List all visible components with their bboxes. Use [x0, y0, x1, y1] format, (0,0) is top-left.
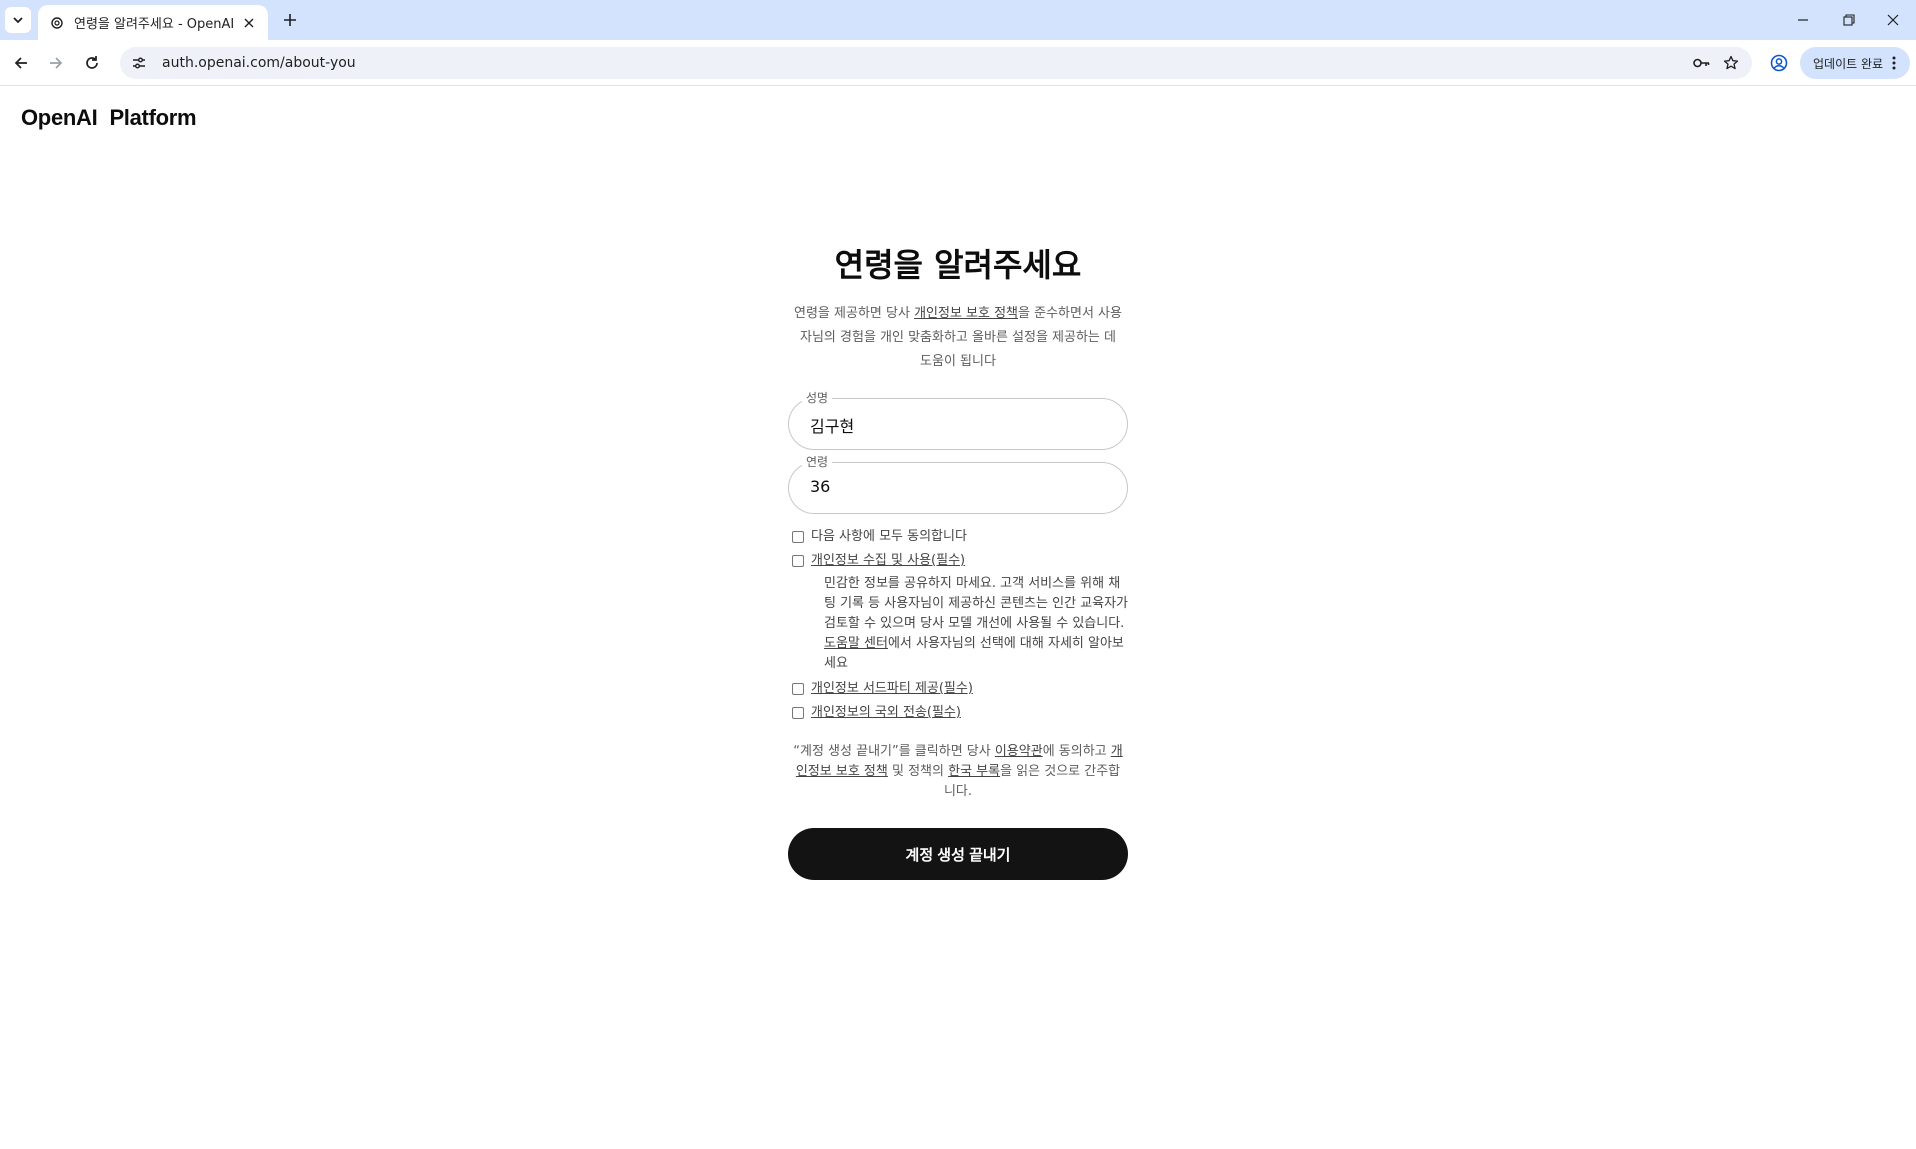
age-label: 연령 [802, 454, 833, 470]
privacy-policy-link[interactable]: 개인정보 보호 정책 [914, 306, 1018, 321]
tab-title: 연령을 알려주세요 - OpenAI [74, 17, 235, 32]
forward-button[interactable] [42, 49, 70, 77]
consent-third-party-link[interactable]: 개인정보 서드파티 제공(필수) [811, 680, 973, 698]
new-tab-button[interactable] [278, 8, 302, 32]
consent-collect-row: 개인정보 수집 및 사용(필수) [788, 552, 1128, 570]
brand-platform: Platform [109, 105, 197, 130]
consent-all-checkbox[interactable] [792, 531, 804, 543]
tune-icon[interactable] [124, 48, 154, 78]
page-description: 연령을 제공하면 당사 개인정보 보호 정책을 준수하면서 사용자님의 경험을 … [794, 306, 1122, 369]
consent-transfer-row: 개인정보의 국외 전송(필수) [788, 704, 1128, 722]
brand-openai: OpenAI [21, 105, 98, 130]
profile-button[interactable] [1765, 49, 1793, 77]
brand-logo[interactable]: OpenAI Platform [21, 105, 197, 131]
terms-notice: “계정 생성 끝내기”를 클릭하면 당사 이용약관에 동의하고 개인정보 보호 … [793, 744, 1123, 799]
openai-logo-icon [50, 16, 64, 30]
close-icon[interactable] [240, 14, 258, 32]
age-value: 36 [810, 477, 831, 496]
consent-all-row: 다음 사항에 모두 동의합니다 [788, 528, 1128, 546]
tab-strip: 연령을 알려주세요 - OpenAI [0, 0, 1916, 40]
age-field[interactable]: 연령 36 [788, 454, 1128, 514]
consent-transfer-checkbox[interactable] [792, 707, 804, 719]
close-icon [1887, 14, 1899, 26]
arrow-left-icon [14, 57, 27, 69]
about-you-form: 연령을 알려주세요 연령을 제공하면 당사 개인정보 보호 정책을 준수하면서 … [788, 240, 1128, 880]
help-center-link[interactable]: 도움말 센터 [824, 636, 888, 651]
chevron-down-icon [13, 17, 23, 24]
consent-collect-link[interactable]: 개인정보 수집 및 사용(필수) [811, 552, 965, 570]
minimize-button[interactable] [1780, 0, 1826, 40]
url-text: auth.openai.com/about-you [162, 55, 356, 71]
minimize-icon [1798, 19, 1808, 21]
consent-all-label[interactable]: 다음 사항에 모두 동의합니다 [811, 528, 967, 546]
more-vert-icon [1892, 56, 1896, 70]
update-button[interactable]: 업데이트 완료 [1800, 47, 1910, 79]
arrow-right-icon [50, 57, 63, 69]
terms-of-use-link[interactable]: 이용약관 [995, 744, 1043, 759]
address-bar[interactable]: auth.openai.com/about-you [120, 47, 1752, 79]
full-name-label: 성명 [802, 390, 833, 406]
star-icon[interactable] [1716, 48, 1746, 78]
consent-third-party-checkbox[interactable] [792, 683, 804, 695]
browser-toolbar: auth.openai.com/about-you 업데이트 완료 [0, 40, 1916, 86]
back-button[interactable] [7, 49, 35, 77]
restore-button[interactable] [1826, 0, 1872, 40]
update-label: 업데이트 완료 [1813, 56, 1884, 71]
plus-icon [284, 14, 296, 26]
tab-search-button[interactable] [5, 7, 31, 33]
consent-transfer-link[interactable]: 개인정보의 국외 전송(필수) [811, 704, 961, 722]
full-name-value: 김구현 [810, 417, 855, 436]
active-tab[interactable]: 연령을 알려주세요 - OpenAI [38, 5, 268, 40]
consent-collect-note: 민감한 정보를 공유하지 마세요. 고객 서비스를 위해 채팅 기록 등 사용자… [824, 576, 1129, 671]
page-title: 연령을 알려주세요 [834, 246, 1082, 284]
restore-icon [1843, 14, 1855, 26]
key-icon[interactable] [1686, 48, 1716, 78]
consent-collect-checkbox[interactable] [792, 555, 804, 567]
reload-icon [86, 56, 98, 69]
finish-signup-button[interactable]: 계정 생성 끝내기 [788, 828, 1128, 880]
window-close-button[interactable] [1870, 0, 1916, 40]
consent-checklist: 다음 사항에 모두 동의합니다 개인정보 수집 및 사용(필수) 민감한 정보를… [788, 528, 1128, 722]
reload-button[interactable] [78, 49, 106, 77]
korea-addendum-link[interactable]: 한국 부록 [948, 764, 1000, 779]
account-circle-icon [1770, 54, 1788, 72]
full-name-field[interactable]: 성명 김구현 [788, 390, 1128, 450]
consent-third-party-row: 개인정보 서드파티 제공(필수) [788, 680, 1128, 698]
